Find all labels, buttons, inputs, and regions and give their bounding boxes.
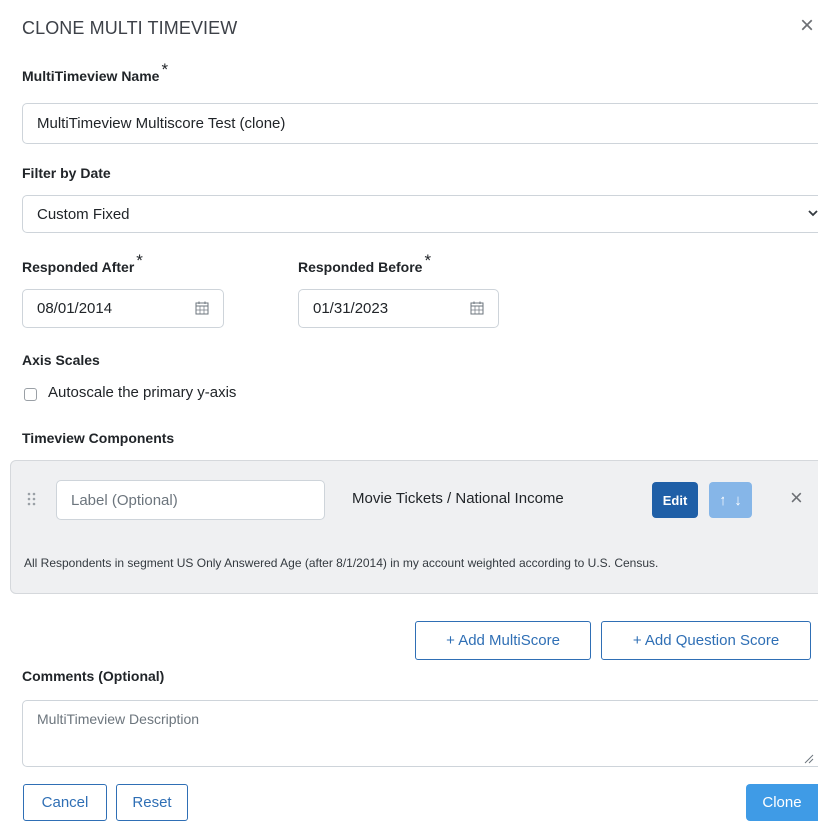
calendar-icon[interactable] [195, 301, 209, 315]
required-asterisk: * [136, 251, 143, 270]
multitimeview-name-input[interactable]: MultiTimeview Multiscore Test (clone) [22, 103, 818, 144]
required-asterisk: * [161, 60, 169, 79]
name-field-label: MultiTimeview Name * [22, 60, 168, 86]
component-label-placeholder: Label (Optional) [71, 491, 178, 509]
filter-by-date-label: Filter by Date [22, 165, 111, 181]
reset-button[interactable]: Reset [116, 784, 188, 821]
responded-after-value: 08/01/2014 [37, 300, 113, 317]
responded-before-label: Responded Before * [298, 251, 431, 277]
dialog-title: CLONE MULTI TIMEVIEW [22, 18, 238, 38]
remove-icon[interactable]: × [790, 486, 803, 510]
comments-label: Comments (Optional) [22, 668, 165, 684]
responded-before-text: Responded Before [298, 259, 423, 275]
responded-after-text: Responded After [22, 259, 135, 275]
component-label-input[interactable]: Label (Optional) [56, 480, 325, 520]
comments-textarea[interactable]: MultiTimeview Description [22, 700, 818, 767]
add-question-score-button[interactable]: + Add Question Score [601, 621, 811, 660]
timeview-components-label: Timeview Components [22, 430, 175, 446]
responded-after-label: Responded After * [22, 251, 143, 277]
add-multiscore-button[interactable]: + Add MultiScore [415, 621, 591, 660]
arrow-down-icon[interactable]: ↓ [724, 482, 752, 518]
responded-before-date-input[interactable]: 01/31/2023 [298, 289, 499, 328]
clone-button[interactable]: Clone [746, 784, 818, 821]
component-name: Movie Tickets / National Income [352, 490, 564, 507]
drag-handle-icon[interactable] [26, 492, 38, 506]
component-description: All Respondents in segment US Only Answe… [24, 556, 659, 570]
filter-by-date-select[interactable]: Custom Fixed [22, 195, 818, 233]
autoscale-label[interactable]: Autoscale the primary y-axis [48, 384, 236, 401]
edit-component-button[interactable]: Edit [652, 482, 698, 518]
calendar-icon[interactable] [470, 301, 484, 315]
autoscale-checkbox[interactable] [24, 388, 37, 401]
chevron-down-icon [808, 210, 818, 217]
comments-placeholder: MultiTimeview Description [37, 711, 200, 727]
cancel-button[interactable]: Cancel [23, 784, 107, 821]
close-icon[interactable]: × [800, 14, 818, 38]
responded-after-date-input[interactable]: 08/01/2014 [22, 289, 224, 328]
name-label-text: MultiTimeview Name [22, 68, 160, 84]
resize-grip-icon[interactable] [804, 754, 814, 764]
responded-before-value: 01/31/2023 [313, 300, 389, 317]
required-asterisk: * [424, 251, 432, 270]
name-input-value: MultiTimeview Multiscore Test (clone) [37, 115, 286, 132]
filter-selected-value: Custom Fixed [37, 205, 130, 223]
axis-scales-label: Axis Scales [22, 352, 100, 368]
